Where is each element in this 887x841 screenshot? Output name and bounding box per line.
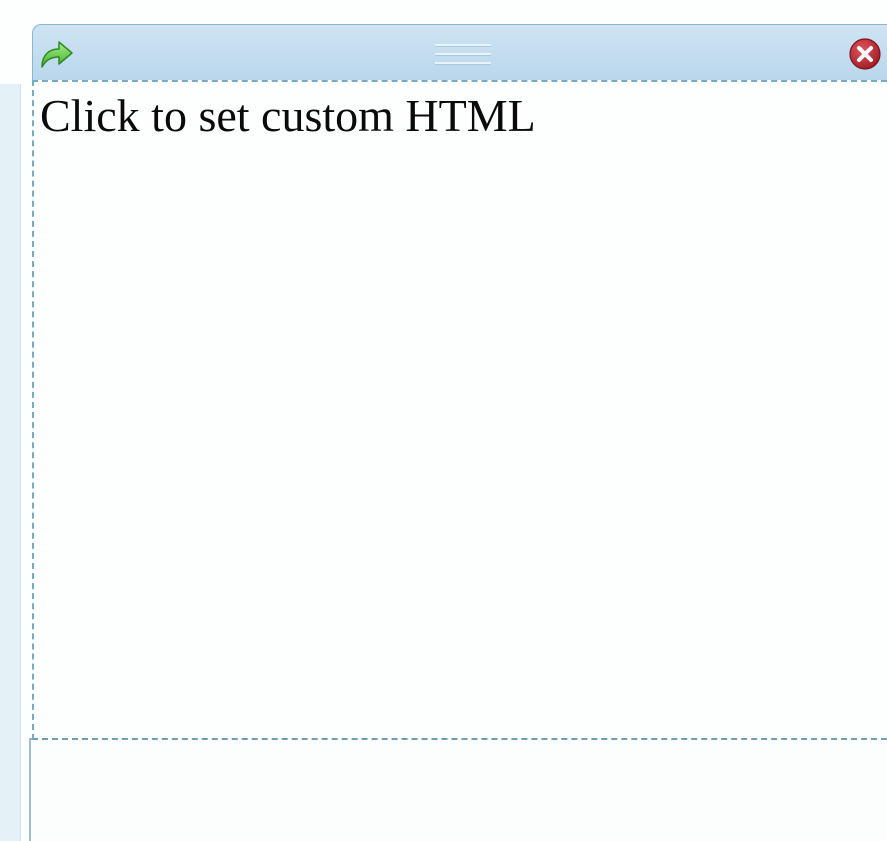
content-placeholder-text: Click to set custom HTML [40, 90, 536, 141]
red-close-icon[interactable] [848, 37, 882, 71]
widget-titlebar [32, 24, 887, 80]
custom-html-content-area[interactable]: Click to set custom HTML [32, 80, 887, 740]
drag-handle-icon[interactable] [435, 44, 491, 66]
custom-html-widget: Click to set custom HTML [32, 24, 887, 740]
lower-panel [29, 738, 887, 841]
left-rail [0, 84, 21, 841]
green-arrow-icon[interactable] [39, 37, 75, 71]
page-canvas: Click to set custom HTML [0, 0, 887, 841]
